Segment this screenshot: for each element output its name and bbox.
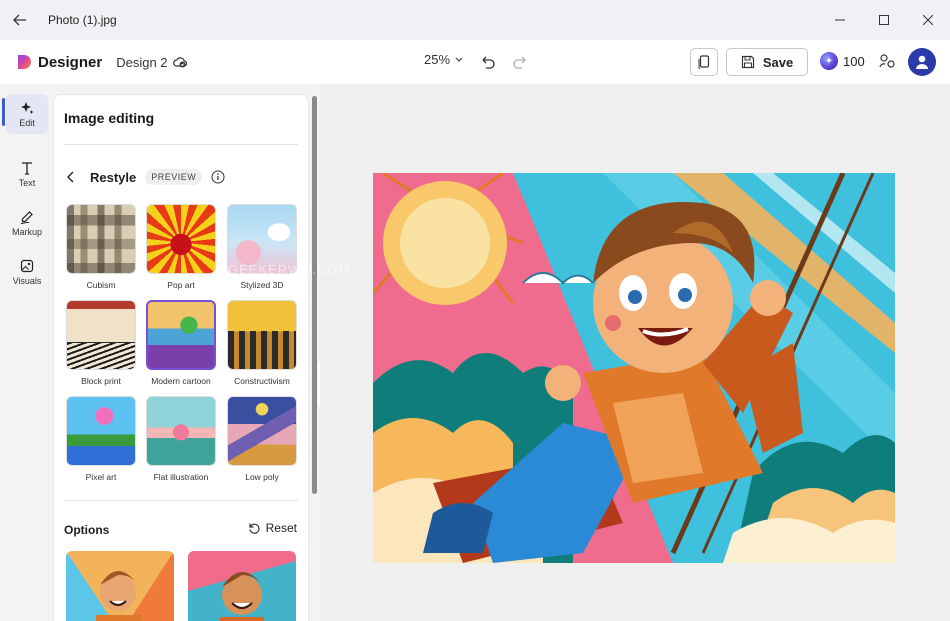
design-name-label: Design 2: [116, 54, 168, 70]
pen-icon: [20, 210, 33, 224]
copy-icon: [698, 55, 710, 69]
rail-item-markup[interactable]: Markup: [6, 203, 48, 243]
sparkle-icon: [21, 101, 34, 114]
close-icon: [923, 15, 933, 25]
rail-label: Markup: [11, 226, 42, 237]
style-tile-stylized-3d[interactable]: Stylized 3D: [227, 204, 297, 290]
rail-item-visuals[interactable]: Visuals: [6, 252, 48, 292]
back-button[interactable]: [0, 0, 40, 40]
brand-name: Designer: [38, 53, 103, 71]
design-name[interactable]: Design 2: [116, 54, 187, 70]
save-label: Save: [762, 54, 794, 70]
info-icon[interactable]: [211, 170, 225, 184]
style-thumbnail: [66, 396, 136, 466]
style-tile-flat-illustration[interactable]: Flat illustration: [146, 396, 216, 482]
rail-label: Visuals: [12, 275, 42, 286]
watermark-text: GEEKERWO.COM: [228, 262, 351, 277]
style-label: Low poly: [245, 472, 279, 482]
rail-label: Edit: [19, 117, 35, 128]
title-bar: Photo (1).jpg: [0, 0, 950, 40]
reset-icon: [249, 523, 260, 534]
reset-label: Reset: [265, 521, 297, 535]
save-icon: [741, 55, 754, 69]
style-tile-constructivism[interactable]: Constructivism: [227, 300, 297, 386]
option-image: [66, 551, 174, 621]
app-header: Designer Design 2 25% Save ✦ 100: [0, 40, 950, 84]
zoom-dropdown[interactable]: 25%: [424, 52, 463, 67]
left-rail: Edit Text Markup Visuals: [0, 84, 52, 621]
style-label: Stylized 3D: [240, 280, 284, 290]
option-image: [188, 551, 296, 621]
undo-icon[interactable]: [478, 52, 496, 70]
style-tile-pop-art[interactable]: Pop art: [146, 204, 216, 290]
style-tile-block-print[interactable]: Block print: [66, 300, 136, 386]
style-label: Modern cartoon: [151, 376, 211, 386]
user-icon: [916, 55, 928, 69]
copy-button[interactable]: [690, 48, 718, 76]
preview-badge: PREVIEW: [145, 169, 203, 185]
style-thumbnail: [66, 204, 136, 274]
option-thumbnail-1[interactable]: [66, 551, 174, 621]
maximize-icon: [879, 15, 889, 25]
divider: [64, 500, 298, 501]
style-thumbnail: [146, 204, 216, 274]
designer-logo-icon: [18, 55, 31, 69]
restyle-label: Restyle: [90, 169, 137, 185]
rail-item-text[interactable]: Text: [6, 154, 48, 194]
text-icon: [22, 161, 32, 175]
style-thumbnail: [146, 396, 216, 466]
restyle-header: Restyle PREVIEW: [66, 169, 225, 185]
style-label: Pixel art: [85, 472, 117, 482]
save-button[interactable]: Save: [726, 48, 808, 76]
style-thumbnail: [227, 396, 297, 466]
maximize-button[interactable]: [862, 0, 906, 40]
boost-icon: ✦: [820, 52, 838, 70]
zoom-value: 25%: [424, 52, 451, 67]
option-thumbnail-2[interactable]: [188, 551, 296, 621]
style-tile-modern-cartoon[interactable]: Modern cartoon: [146, 300, 216, 386]
active-rail-indicator: [2, 98, 5, 126]
window-title: Photo (1).jpg: [48, 13, 117, 27]
style-label: Flat illustration: [153, 472, 209, 482]
image-editing-panel: Image editing Restyle PREVIEW Cubism Pop…: [53, 94, 309, 621]
style-tile-cubism[interactable]: Cubism: [66, 204, 136, 290]
chevron-down-icon: [455, 57, 463, 62]
boosts-counter[interactable]: ✦ 100: [820, 52, 865, 70]
style-thumbnail: [146, 300, 216, 370]
style-thumbnail: [66, 300, 136, 370]
image-icon: [20, 259, 34, 272]
style-label: Constructivism: [234, 376, 290, 386]
style-label: Block print: [81, 376, 121, 386]
redo-icon[interactable]: [512, 52, 530, 70]
style-label: Pop art: [167, 280, 195, 290]
style-tile-pixel-art[interactable]: Pixel art: [66, 396, 136, 482]
boost-count: 100: [843, 53, 865, 69]
chevron-left-icon[interactable]: [66, 171, 76, 183]
rail-label: Text: [18, 177, 36, 188]
rail-item-edit[interactable]: Edit: [6, 94, 48, 134]
avatar[interactable]: [908, 48, 936, 76]
style-tile-low-poly[interactable]: Low poly: [227, 396, 297, 482]
minimize-icon: [835, 19, 845, 21]
cartoon-boy-on-swing-image: [373, 173, 895, 563]
minimize-button[interactable]: [818, 0, 862, 40]
reset-button[interactable]: Reset: [248, 521, 297, 535]
arrow-left-icon: [13, 14, 26, 26]
panel-scrollbar[interactable]: [312, 96, 317, 494]
style-label: Cubism: [86, 280, 116, 290]
divider: [64, 144, 298, 145]
options-title: Options: [64, 523, 110, 537]
style-thumbnail: [227, 300, 297, 370]
artwork-image[interactable]: [373, 173, 895, 563]
close-button[interactable]: [906, 0, 950, 40]
cloud-sync-icon: [172, 57, 187, 68]
share-icon[interactable]: [878, 52, 896, 70]
panel-title: Image editing: [64, 110, 155, 126]
